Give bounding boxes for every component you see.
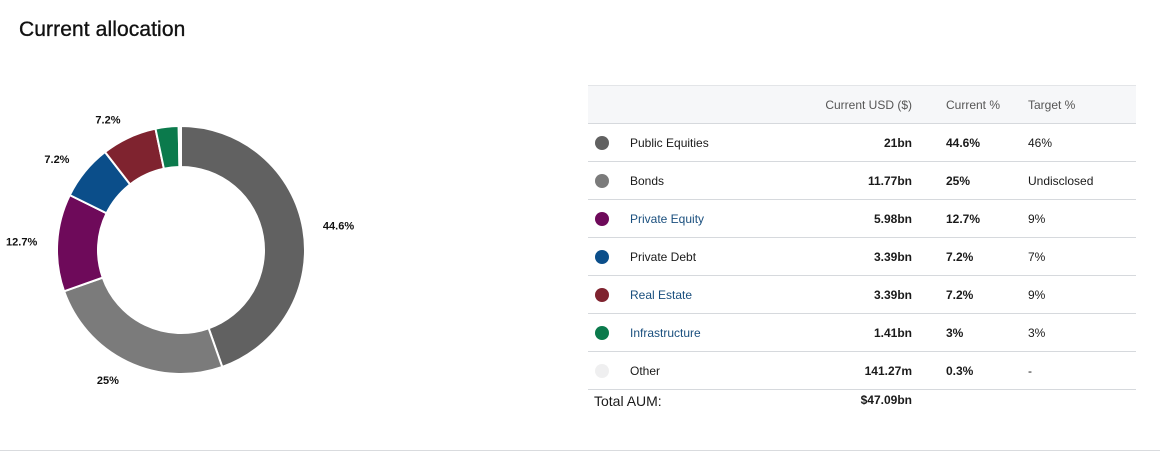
row-current-usd: 11.77bn — [776, 161, 912, 200]
allocation-table: Current USD ($) Current % Target % Publi… — [588, 85, 1136, 411]
total-empty-cell — [912, 390, 1028, 412]
legend-dot-icon — [595, 363, 609, 378]
row-color-cell — [588, 199, 630, 238]
row-target-percent: - — [1028, 351, 1136, 390]
row-current-usd: 1.41bn — [776, 313, 912, 352]
header-current-percent: Current % — [912, 85, 1028, 124]
total-aum-label: Total AUM: — [594, 393, 662, 409]
total-row: Total AUM: $47.09bn — [588, 390, 1136, 412]
row-current-percent: 12.7% — [912, 199, 1028, 238]
table-row: Private Equity 5.98bn 12.7% 9% — [588, 199, 1136, 238]
row-name-cell: Infrastructure — [630, 313, 776, 352]
header-current-usd: Current USD ($) — [776, 85, 912, 124]
row-color-cell — [588, 351, 630, 390]
row-name-cell: Real Estate — [630, 275, 776, 314]
row-current-percent: 25% — [912, 161, 1028, 200]
table-row: Bonds 11.77bn 25% Undisclosed — [588, 161, 1136, 200]
allocation-donut-chart: 44.6% 25% 12.7% 7.2% 7.2% — [6, 114, 354, 387]
row-current-usd: 3.39bn — [776, 237, 912, 276]
row-color-cell — [588, 313, 630, 352]
slice-data-label: 12.7% — [6, 236, 37, 248]
row-name-cell: Bonds — [630, 161, 776, 200]
asset-class-link-infrastructure[interactable]: Infrastructure — [630, 326, 701, 340]
total-aum-value: $47.09bn — [860, 393, 912, 407]
row-color-cell — [588, 123, 630, 162]
legend-dot-icon — [595, 325, 609, 340]
asset-class-link-real-estate[interactable]: Real Estate — [630, 288, 692, 302]
row-current-percent: 7.2% — [912, 275, 1028, 314]
row-current-percent: 3% — [912, 313, 1028, 352]
table-row: Public Equities 21bn 44.6% 46% — [588, 123, 1136, 162]
row-current-usd: 3.39bn — [776, 275, 912, 314]
table-row: Private Debt 3.39bn 7.2% 7% — [588, 237, 1136, 276]
table-header-row: Current USD ($) Current % Target % — [588, 85, 1136, 124]
slice-data-label: 44.6% — [323, 221, 354, 233]
legend-dot-icon — [595, 173, 609, 188]
donut-slice-bonds — [62, 276, 224, 375]
asset-class-link-private-equity[interactable]: Private Equity — [630, 212, 704, 226]
header-name-cell — [630, 85, 776, 124]
row-target-percent: 9% — [1028, 199, 1136, 238]
row-name-cell: Public Equities — [630, 123, 776, 162]
row-current-percent: 44.6% — [912, 123, 1028, 162]
row-current-usd: 141.27m — [776, 351, 912, 390]
row-target-percent: 46% — [1028, 123, 1136, 162]
slice-data-label: 7.2% — [44, 154, 69, 166]
section-divider — [0, 450, 1160, 451]
table-row: Real Estate 3.39bn 7.2% 9% — [588, 275, 1136, 314]
allocation-table-container: Current USD ($) Current % Target % Publi… — [588, 85, 1136, 411]
asset-class-name-private-debt: Private Debt — [630, 249, 697, 264]
slice-data-label: 25% — [97, 375, 119, 387]
table-row: Other 141.27m 0.3% - — [588, 351, 1136, 390]
row-current-percent: 0.3% — [912, 351, 1028, 390]
asset-class-name-other: Other — [630, 363, 661, 378]
table-row: Infrastructure 1.41bn 3% 3% — [588, 313, 1136, 352]
row-target-percent: 7% — [1028, 237, 1136, 276]
row-target-percent: Undisclosed — [1028, 161, 1136, 200]
row-current-usd: 5.98bn — [776, 199, 912, 238]
header-color-cell — [588, 85, 630, 124]
row-name-cell: Other — [630, 351, 776, 390]
asset-class-name-bonds: Bonds — [630, 173, 665, 188]
row-color-cell — [588, 237, 630, 276]
row-target-percent: 3% — [1028, 313, 1136, 352]
row-color-cell — [588, 275, 630, 314]
row-color-cell — [588, 161, 630, 200]
row-name-cell: Private Debt — [630, 237, 776, 276]
legend-dot-icon — [595, 211, 609, 226]
row-current-usd: 21bn — [776, 123, 912, 162]
total-empty-cell — [1028, 390, 1136, 412]
row-name-cell: Private Equity — [630, 199, 776, 238]
legend-dot-icon — [595, 135, 609, 150]
slice-data-label: 7.2% — [95, 114, 120, 126]
legend-dot-icon — [595, 287, 609, 302]
row-target-percent: 9% — [1028, 275, 1136, 314]
row-current-percent: 7.2% — [912, 237, 1028, 276]
page-title: Current allocation — [19, 18, 186, 41]
asset-class-name-public-equities: Public Equities — [630, 135, 709, 150]
legend-dot-icon — [595, 249, 609, 264]
donut-slice-other — [177, 124, 182, 169]
header-target-percent: Target % — [1028, 85, 1136, 124]
